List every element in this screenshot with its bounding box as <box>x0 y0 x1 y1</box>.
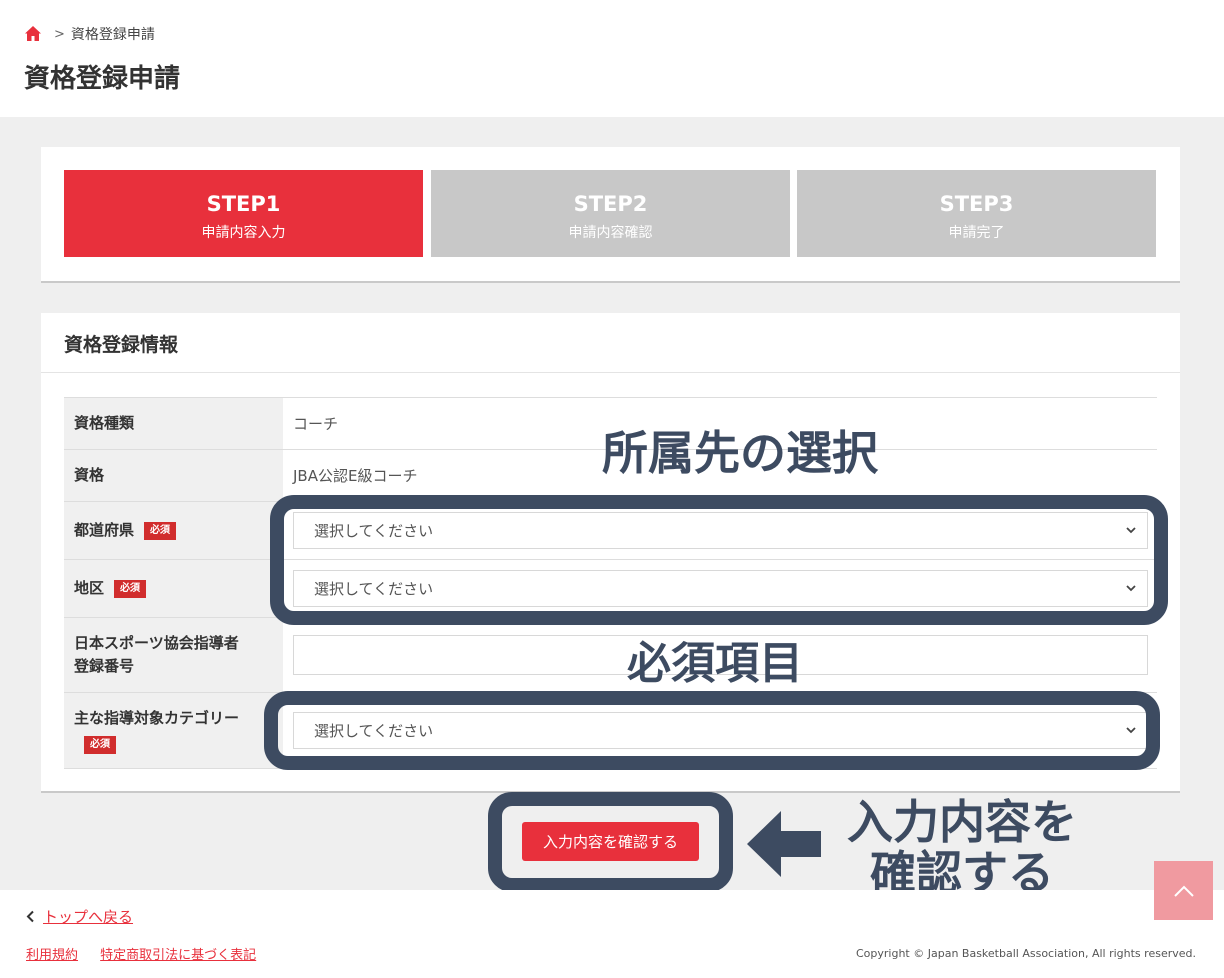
sports-assoc-label-line1: 日本スポーツ協会指導者 <box>74 633 239 652</box>
confirm-annotation-line1: 入力内容を <box>847 795 1077 849</box>
required-badge: 必須 <box>84 735 116 754</box>
page-title: 資格登録申請 <box>24 64 181 94</box>
sports-assoc-label-line2: 登録番号 <box>74 657 135 675</box>
page-header: > 資格登録申請 資格登録申請 <box>0 0 1224 117</box>
qualification-label: 資格 <box>64 450 283 501</box>
chevron-up-icon <box>1173 885 1194 897</box>
required-badge: 必須 <box>114 579 147 598</box>
commerce-law-link[interactable]: 特定商取引法に基づく表記 <box>100 948 256 963</box>
scroll-to-top-button[interactable] <box>1154 861 1213 920</box>
required-annotation: 必須項目 <box>627 638 803 689</box>
step-indicator: STEP1 申請内容入力 STEP2 申請内容確認 STEP3 申請完了 <box>41 147 1180 283</box>
step-2-title: STEP2 <box>573 192 648 216</box>
qualification-type-label: 資格種類 <box>64 398 283 449</box>
sports-assoc-number-label: 日本スポーツ協会指導者 登録番号 <box>64 618 283 692</box>
back-link-text[interactable]: トップへ戻る <box>43 906 133 927</box>
step-3-subtitle: 申請完了 <box>948 225 1005 241</box>
step-3-title: STEP3 <box>939 192 1014 216</box>
page-footer: トップへ戻る 利用規約 特定商取引法に基づく表記 Copyright © Jap… <box>0 890 1224 978</box>
breadcrumb-separator: > <box>54 26 65 42</box>
required-badge: 必須 <box>144 521 177 540</box>
affiliation-annotation: 所属先の選択 <box>602 426 878 480</box>
back-to-top-link[interactable]: トップへ戻る <box>26 906 133 927</box>
main-category-label-text: 主な指導対象カテゴリー <box>74 709 240 728</box>
required-highlight-box <box>264 691 1160 770</box>
confirm-input-button[interactable]: 入力内容を確認する <box>522 822 699 861</box>
breadcrumb-current: 資格登録申請 <box>70 27 155 43</box>
breadcrumb: > 資格登録申請 <box>24 24 155 44</box>
step-1-title: STEP1 <box>206 192 281 216</box>
district-label: 地区 必須 <box>64 560 283 617</box>
footer-links: 利用規約 特定商取引法に基づく表記 <box>26 944 274 963</box>
home-icon[interactable] <box>24 25 42 43</box>
district-label-text: 地区 <box>74 578 105 597</box>
step-2: STEP2 申請内容確認 <box>431 170 790 257</box>
chevron-left-icon <box>26 910 34 923</box>
step-2-subtitle: 申請内容確認 <box>568 225 653 241</box>
step-1-subtitle: 申請内容入力 <box>201 225 286 241</box>
prefecture-label-text: 都道府県 <box>74 520 135 539</box>
copyright-text: Copyright © Japan Basketball Association… <box>856 947 1196 960</box>
step-3: STEP3 申請完了 <box>797 170 1156 257</box>
form-heading: 資格登録情報 <box>41 313 1180 373</box>
terms-link[interactable]: 利用規約 <box>26 948 78 963</box>
arrow-left-icon <box>747 811 821 877</box>
affiliation-highlight-box <box>270 495 1168 625</box>
step-1: STEP1 申請内容入力 <box>64 170 423 257</box>
prefecture-label: 都道府県 必須 <box>64 502 283 559</box>
confirm-annotation: 入力内容を 確認する <box>832 797 1092 898</box>
main-category-label: 主な指導対象カテゴリー 必須 <box>64 693 283 768</box>
